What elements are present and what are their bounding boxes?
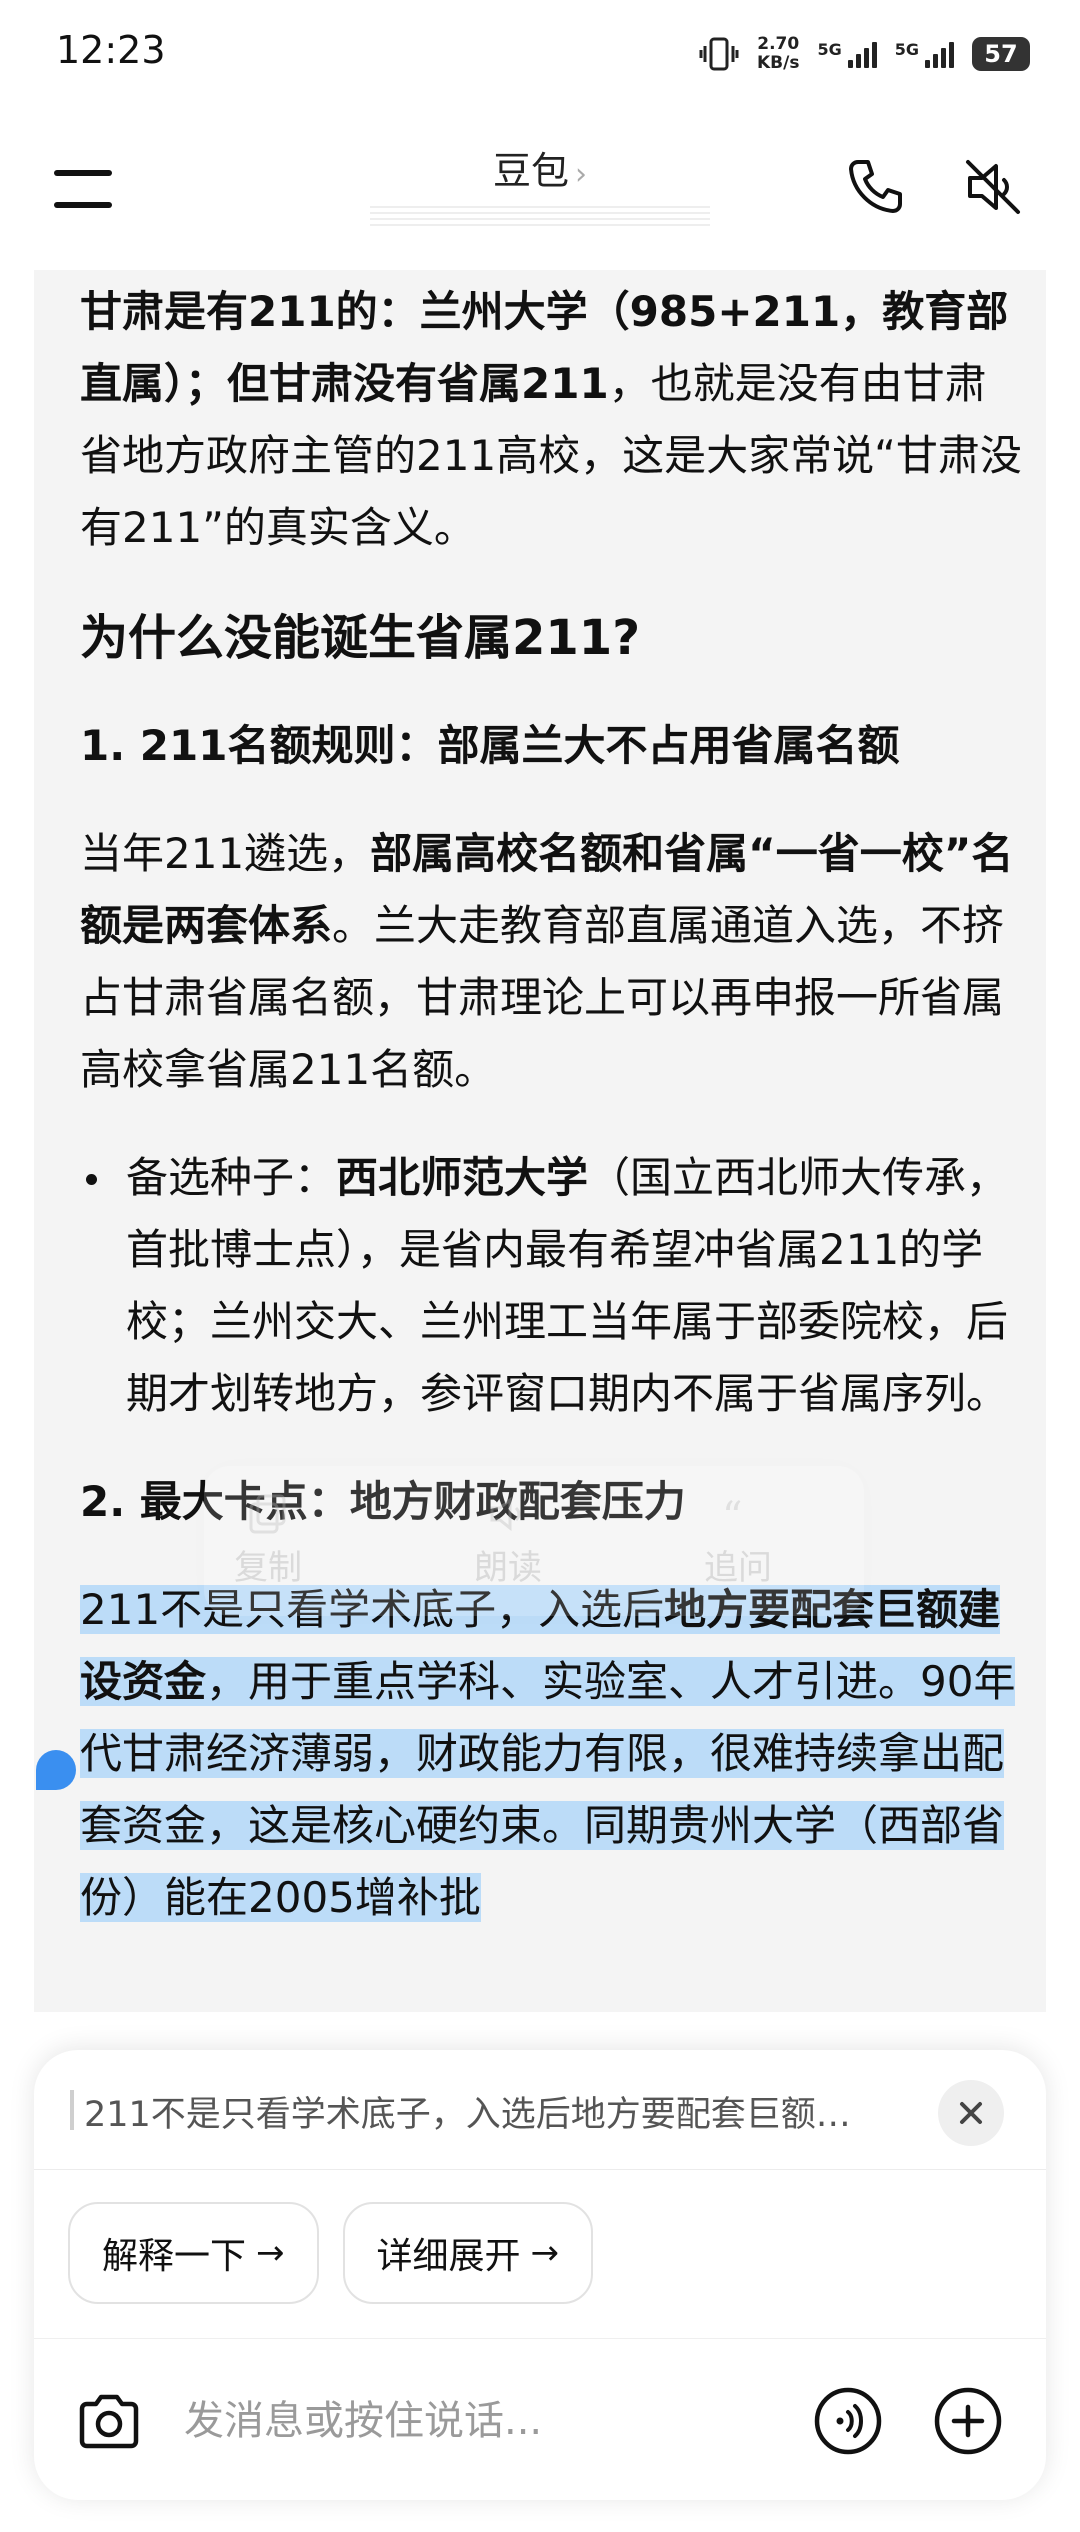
- chat-title-button[interactable]: 豆包 ›: [360, 140, 720, 195]
- bullet-bold: 西北师范大学: [336, 1153, 589, 1202]
- p3-rest: ，用于重点学科、实验室、人才引进。90年代甘肃经济薄弱，财政能力有限，很难持续拿…: [80, 1657, 1016, 1922]
- quote-text: 211不是只看学术底子，入选后地方要配套巨额…: [84, 2095, 851, 2135]
- close-icon: [960, 2102, 982, 2124]
- phone-call-icon[interactable]: [842, 154, 908, 220]
- chip-label: 详细展开: [376, 2236, 521, 2277]
- paragraph-1: 甘肃是有211的：兰州大学（985+211，教育部直属）；但甘肃没有省属211，…: [80, 276, 1026, 564]
- read-label: 朗读: [474, 1548, 542, 1588]
- net-speed-value: 2.70: [757, 34, 800, 54]
- plus-icon[interactable]: [932, 2385, 1004, 2457]
- copy-icon: [249, 1494, 286, 1534]
- chip-expand[interactable]: 详细展开 →: [342, 2202, 594, 2304]
- signal-2: 5G: [895, 40, 954, 68]
- input-row: [34, 2338, 1046, 2500]
- speaker-mute-icon[interactable]: [960, 154, 1026, 220]
- signal-bars-icon: [847, 40, 877, 68]
- status-indicators: 2.70 KB/s 5G 5G 57: [699, 26, 1030, 82]
- suggestion-chips: 解释一下 → 详细展开 →: [68, 2202, 594, 2304]
- status-time: 12:23: [56, 28, 166, 72]
- camera-icon[interactable]: [74, 2387, 144, 2457]
- chat-message-area[interactable]: 甘肃是有211的：兰州大学（985+211，教育部直属）；但甘肃没有省属211，…: [34, 270, 1046, 2012]
- paragraph-2: 当年211遴选，部属高校名额和省属“一省一校”名额是两套体系。兰大走教育部直属通…: [80, 818, 1026, 1106]
- bullet-dot: [86, 1174, 97, 1185]
- bullet-a: 备选种子：: [126, 1153, 337, 1202]
- quote-bar: [70, 2090, 74, 2130]
- ask-label: 追问: [704, 1548, 772, 1588]
- section-heading: 为什么没能诞生省属211?: [80, 610, 641, 666]
- message-input[interactable]: [184, 2383, 804, 2459]
- selection-toolbar: 复制 朗读 “ 追问: [204, 1466, 864, 1616]
- battery-icon: 57: [972, 37, 1030, 71]
- speaker-icon: [490, 1496, 521, 1532]
- copy-action[interactable]: 复制: [234, 1492, 302, 1589]
- read-aloud-action[interactable]: 朗读: [474, 1492, 542, 1589]
- quote-preview: 211不是只看学术底子，入选后地方要配套巨额…: [34, 2050, 1046, 2170]
- assistant-message[interactable]: 甘肃是有211的：兰州大学（985+211，教育部直属）；但甘肃没有省属211，…: [80, 276, 1026, 1934]
- net-speed: 2.70 KB/s: [757, 35, 799, 73]
- chip-explain[interactable]: 解释一下 →: [68, 2202, 319, 2304]
- svg-text:“: “: [722, 1494, 742, 1536]
- composer-panel: 211不是只看学术底子，入选后地方要配套巨额… 解释一下 → 详细展开 →: [34, 2050, 1046, 2500]
- status-bar: 12:23 2.70 KB/s 5G 5G 57: [0, 0, 1080, 110]
- selection-handle[interactable]: [36, 1750, 76, 1790]
- chip-label: 解释一下: [102, 2236, 247, 2277]
- p2-a: 当年211遴选，: [80, 829, 371, 878]
- page-title: 豆包: [492, 149, 569, 193]
- close-quote-button[interactable]: [938, 2080, 1004, 2146]
- voice-call-icon[interactable]: [812, 2385, 884, 2457]
- quote-icon: “: [722, 1494, 742, 1536]
- vibrate-icon: [699, 37, 739, 71]
- signal-1-label: 5G: [817, 40, 842, 59]
- arrow-right-icon: →: [530, 2233, 560, 2273]
- app-screen: 12:23 2.70 KB/s 5G 5G 57 豆包 › 甘肃是有211的：兰…: [0, 0, 1080, 2532]
- copy-label: 复制: [234, 1548, 302, 1588]
- net-speed-unit: KB/s: [757, 53, 800, 73]
- signal-2-label: 5G: [894, 40, 919, 59]
- paragraph-3-selected[interactable]: 211不是只看学术底子，入选后地方要配套巨额建设资金，用于重点学科、实验室、人才…: [80, 1574, 1026, 1934]
- ask-action[interactable]: “ 追问: [704, 1492, 772, 1589]
- signal-1: 5G: [817, 40, 877, 68]
- chevron-right-icon: ›: [575, 157, 587, 192]
- menu-icon[interactable]: [54, 158, 112, 218]
- arrow-right-icon: →: [256, 2233, 285, 2273]
- home-indicator: [0, 2506, 1080, 2532]
- subheading-1: 1. 211名额规则：部属兰大不占用省属名额: [80, 721, 900, 770]
- bullet-item: 备选种子：西北师范大学（国立西北师大传承，首批博士点），是省内最有希望冲省属21…: [80, 1142, 1026, 1430]
- battery-level: 57: [984, 40, 1018, 68]
- chat-header: 豆包 ›: [0, 110, 1080, 270]
- title-decoration: [370, 206, 710, 228]
- signal-bars-icon: [925, 40, 954, 68]
